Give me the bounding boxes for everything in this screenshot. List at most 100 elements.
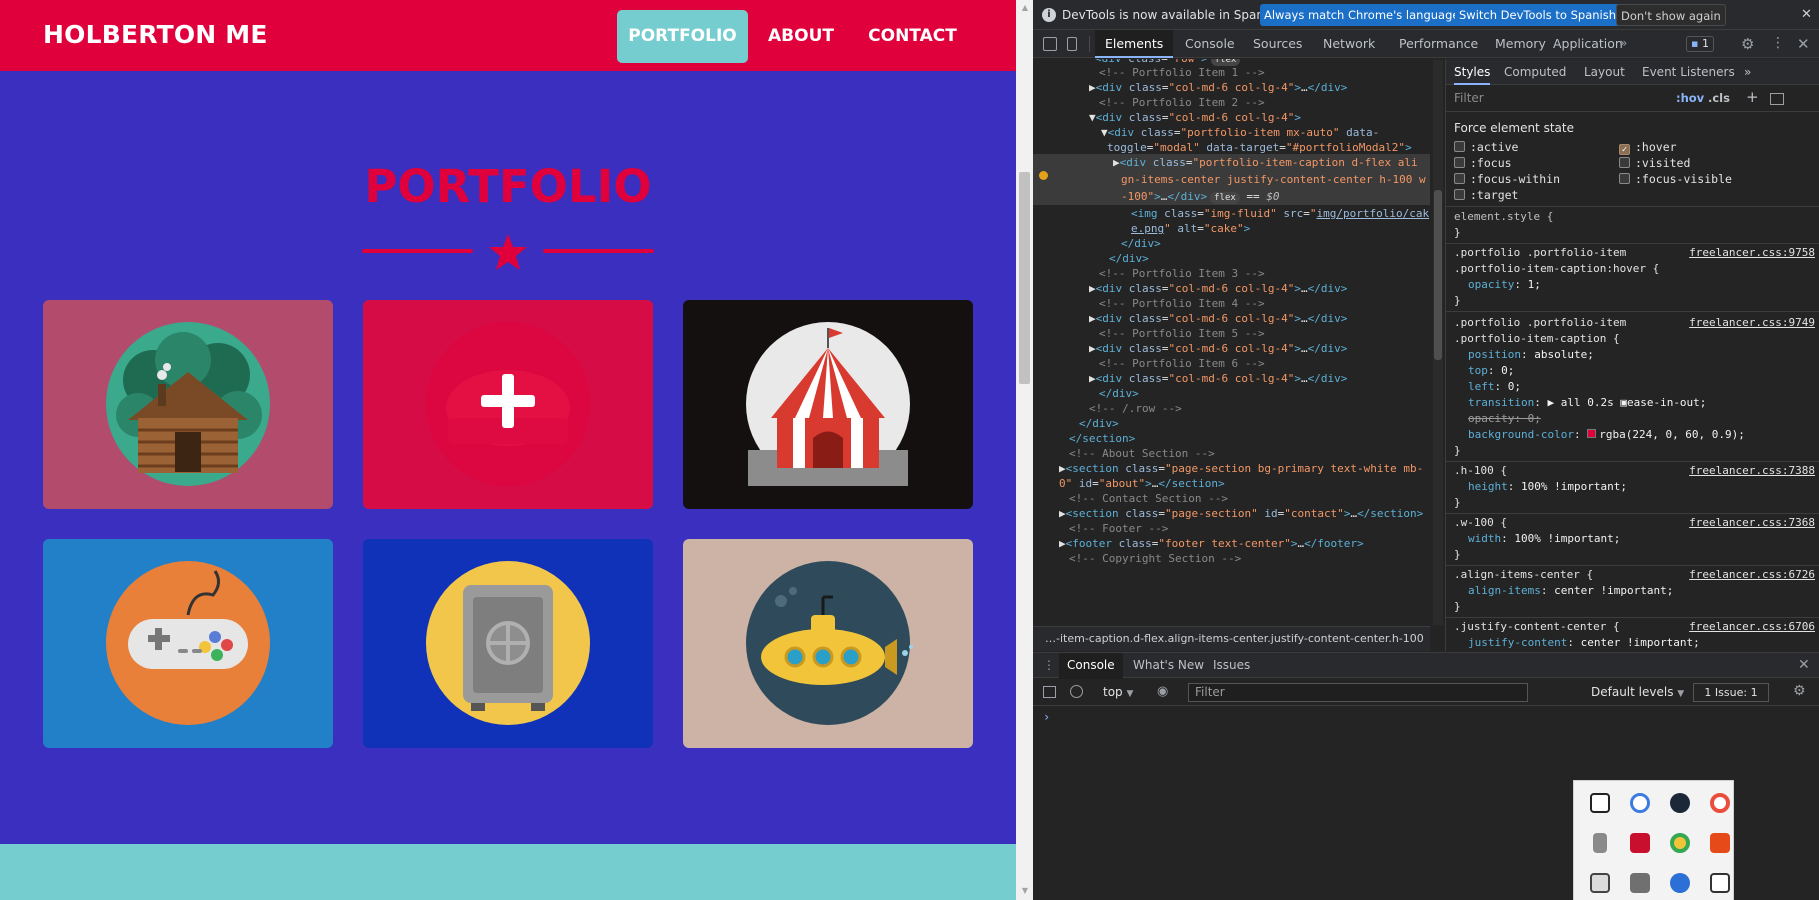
tab-elements[interactable]: Elements bbox=[1095, 30, 1174, 58]
more-panes-chevron-icon[interactable]: » bbox=[1744, 59, 1751, 85]
css-declaration[interactable]: align-items: center !important; bbox=[1454, 583, 1673, 599]
tab-network[interactable]: Network bbox=[1323, 30, 1375, 58]
photos-app-icon[interactable] bbox=[1710, 793, 1730, 813]
tree-node-selected[interactable]: ▶<div class="portfolio-item-caption d-fl… bbox=[1033, 154, 1430, 171]
match-language-button[interactable]: Always match Chrome's language bbox=[1260, 4, 1464, 26]
scroll-down-arrow-icon[interactable]: ▼ bbox=[1020, 886, 1030, 896]
css-source-link[interactable]: freelancer.css:9758 bbox=[1689, 245, 1815, 261]
css-declaration[interactable]: height: 100% !important; bbox=[1454, 479, 1627, 495]
state-checkbox-hover[interactable]: ✓:hover bbox=[1619, 139, 1677, 155]
css-declaration[interactable]: top: 0; bbox=[1454, 363, 1514, 379]
update-icon[interactable] bbox=[1670, 873, 1690, 893]
close-devtools-icon[interactable]: ✕ bbox=[1797, 35, 1810, 53]
device-toolbar-icon[interactable] bbox=[1067, 37, 1077, 51]
mcafee-icon[interactable] bbox=[1630, 833, 1650, 853]
steam-icon[interactable] bbox=[1670, 793, 1690, 813]
color-swatch-icon[interactable] bbox=[1587, 429, 1597, 438]
console-filter-input[interactable]: Filter bbox=[1188, 683, 1528, 702]
state-checkbox-active[interactable]: :active bbox=[1454, 139, 1518, 155]
state-checkbox-focus-visible[interactable]: :focus-visible bbox=[1619, 171, 1732, 187]
more-tabs-chevron-icon[interactable]: » bbox=[1620, 36, 1627, 50]
css-source-link[interactable]: freelancer.css:7388 bbox=[1689, 463, 1815, 479]
tree-node-selected-cont[interactable]: -100">…</div> flex == $0 bbox=[1033, 188, 1430, 205]
context-selector[interactable]: top ▼ bbox=[1103, 685, 1133, 699]
tree-node-selected-cont[interactable]: gn-items-center justify-content-center h… bbox=[1033, 171, 1430, 188]
tab-layout[interactable]: Layout bbox=[1584, 59, 1625, 85]
console-sidebar-icon[interactable] bbox=[1043, 686, 1056, 698]
close-icon[interactable]: ✕ bbox=[1801, 7, 1812, 22]
hov-toggle-button[interactable]: :hov bbox=[1676, 91, 1704, 105]
drawer-menu-icon[interactable]: ⋮ bbox=[1043, 658, 1055, 672]
css-declaration-overridden[interactable]: opacity: 0; bbox=[1454, 411, 1541, 427]
scroll-up-arrow-icon[interactable]: ▲ bbox=[1020, 3, 1030, 13]
tab-application[interactable]: Application bbox=[1553, 30, 1623, 58]
elements-scrollbar-thumb[interactable] bbox=[1434, 190, 1442, 360]
search-app-icon[interactable] bbox=[1630, 793, 1650, 813]
nav-link-contact[interactable]: CONTACT bbox=[860, 10, 965, 63]
tab-console[interactable]: Console bbox=[1185, 30, 1235, 58]
portfolio-item-game[interactable] bbox=[43, 539, 333, 748]
portfolio-item-safe[interactable] bbox=[363, 539, 653, 748]
css-source-link[interactable]: freelancer.css:7368 bbox=[1689, 515, 1815, 531]
display-icon[interactable] bbox=[1590, 873, 1610, 893]
add-rule-icon[interactable]: + bbox=[1746, 88, 1759, 106]
css-selector-cont[interactable]: .portfolio-item-caption { bbox=[1454, 331, 1620, 347]
dont-show-again-button[interactable]: Don't show again bbox=[1616, 4, 1726, 26]
elements-tree[interactable]: <div class="row">flex <!-- Portfolio Ite… bbox=[1033, 59, 1430, 625]
css-selector[interactable]: .w-100 { bbox=[1454, 515, 1507, 531]
brand-logo-text[interactable]: HOLBERTON ME bbox=[43, 20, 268, 49]
state-checkbox-focus-within[interactable]: :focus-within bbox=[1454, 171, 1560, 187]
elements-breadcrumb[interactable]: …-item-caption.d-flex.align-items-center… bbox=[1033, 626, 1430, 651]
close-drawer-icon[interactable]: ✕ bbox=[1798, 657, 1810, 673]
tree-comment[interactable]: <!-- Copyright Section --> bbox=[1069, 550, 1241, 567]
css-declaration[interactable]: position: absolute; bbox=[1454, 347, 1594, 363]
camera-app-icon[interactable] bbox=[1710, 873, 1730, 893]
chrome-icon[interactable] bbox=[1670, 833, 1690, 853]
toggle-sidebar-icon[interactable] bbox=[1770, 93, 1784, 105]
issues-badge[interactable]: ▪ 1 bbox=[1686, 36, 1714, 52]
switch-to-spanish-button[interactable]: Switch DevTools to Spanish bbox=[1455, 4, 1621, 26]
cls-toggle-button[interactable]: .cls bbox=[1708, 91, 1730, 105]
nav-link-about[interactable]: ABOUT bbox=[760, 10, 842, 63]
portfolio-item-cake[interactable] bbox=[363, 300, 653, 509]
settings-gear-icon[interactable]: ⚙ bbox=[1741, 35, 1754, 53]
page-scrollbar[interactable] bbox=[1016, 0, 1033, 900]
drawer-tab-issues[interactable]: Issues bbox=[1213, 653, 1250, 679]
css-declaration[interactable]: left: 0; bbox=[1454, 379, 1521, 395]
css-selector-cont[interactable]: .portfolio-item-caption:hover { bbox=[1454, 261, 1659, 277]
tab-event-listeners[interactable]: Event Listeners bbox=[1642, 59, 1735, 85]
tab-computed[interactable]: Computed bbox=[1504, 59, 1566, 85]
live-expression-eye-icon[interactable]: ◉ bbox=[1157, 684, 1168, 699]
css-selector[interactable]: .portfolio .portfolio-item bbox=[1454, 245, 1626, 261]
css-source-link[interactable]: freelancer.css:6706 bbox=[1689, 619, 1815, 635]
tab-styles[interactable]: Styles bbox=[1454, 59, 1491, 85]
portfolio-item-cabin[interactable] bbox=[43, 300, 333, 509]
css-source-link[interactable]: freelancer.css:9749 bbox=[1689, 315, 1815, 331]
tab-performance[interactable]: Performance bbox=[1399, 30, 1478, 58]
css-declaration[interactable]: opacity: 1; bbox=[1454, 277, 1541, 293]
portfolio-item-submarine[interactable] bbox=[683, 539, 973, 748]
drawer-tab-whats-new[interactable]: What's New bbox=[1133, 653, 1204, 679]
state-checkbox-visited[interactable]: :visited bbox=[1619, 155, 1690, 171]
css-selector[interactable]: .justify-content-center { bbox=[1454, 619, 1620, 635]
state-checkbox-target[interactable]: :target bbox=[1454, 187, 1518, 203]
portfolio-item-circus[interactable] bbox=[683, 300, 973, 509]
css-selector[interactable]: element.style { bbox=[1454, 209, 1553, 225]
css-declaration[interactable]: width: 100% !important; bbox=[1454, 531, 1620, 547]
nav-link-portfolio[interactable]: PORTFOLIO bbox=[617, 10, 748, 63]
console-settings-gear-icon[interactable]: ⚙ bbox=[1793, 683, 1806, 699]
state-checkbox-focus[interactable]: :focus bbox=[1454, 155, 1512, 171]
css-declaration[interactable]: justify-content: center !important; bbox=[1454, 635, 1700, 651]
inspect-element-icon[interactable] bbox=[1043, 37, 1057, 51]
more-options-icon[interactable]: ⋮ bbox=[1771, 35, 1785, 51]
css-source-link[interactable]: freelancer.css:6726 bbox=[1689, 567, 1815, 583]
styles-filter-input[interactable]: Filter bbox=[1454, 91, 1484, 105]
css-selector[interactable]: .portfolio .portfolio-item bbox=[1454, 315, 1626, 331]
usb-drive-icon[interactable] bbox=[1593, 833, 1607, 853]
css-selector[interactable]: .align-items-center { bbox=[1454, 567, 1593, 583]
console-issues-button[interactable]: 1 Issue: 1 bbox=[1693, 683, 1769, 702]
css-selector[interactable]: .h-100 { bbox=[1454, 463, 1507, 479]
tab-sources[interactable]: Sources bbox=[1253, 30, 1302, 58]
drawer-tab-console[interactable]: Console bbox=[1059, 653, 1123, 679]
css-declaration[interactable]: transition: ▶ all 0.2s ▣ease-in-out; bbox=[1454, 395, 1706, 411]
